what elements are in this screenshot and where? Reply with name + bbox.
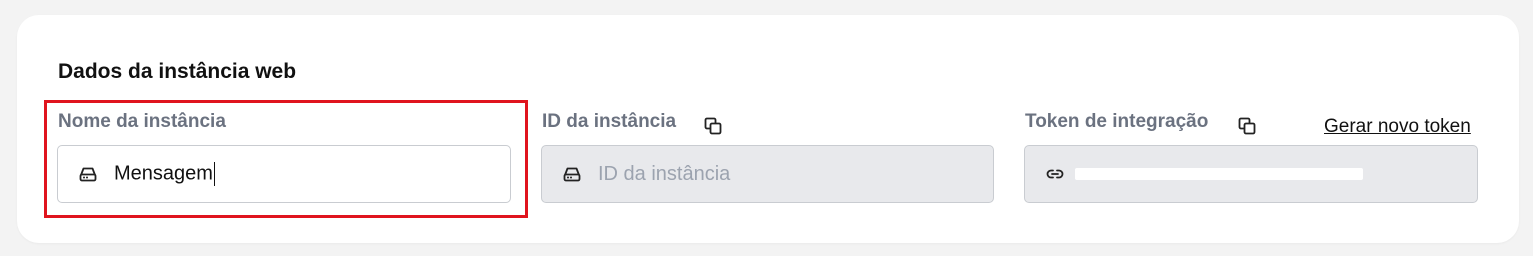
link-icon <box>1045 164 1065 184</box>
hard-drive-icon <box>562 164 582 184</box>
instance-name-input[interactable]: Mensagem <box>57 145 511 203</box>
instance-name-label: Nome da instância <box>58 111 226 132</box>
instance-name-value[interactable]: Mensagem <box>114 162 216 186</box>
instance-id-label: ID da instância <box>542 111 677 132</box>
instance-id-input[interactable]: ID da instância <box>541 145 994 203</box>
token-label: Token de integração <box>1025 111 1209 132</box>
masked-token-value <box>1075 168 1363 180</box>
copy-token-icon[interactable] <box>1237 116 1257 136</box>
instance-name-text: Mensagem <box>114 162 213 185</box>
copy-id-icon[interactable] <box>703 116 723 136</box>
hard-drive-icon <box>78 164 98 184</box>
text-caret <box>213 162 216 186</box>
generate-new-token-link[interactable]: Gerar novo token <box>1324 116 1471 138</box>
instance-id-placeholder: ID da instância <box>598 162 731 185</box>
token-input[interactable] <box>1024 145 1478 203</box>
section-title: Dados da instância web <box>58 60 297 83</box>
